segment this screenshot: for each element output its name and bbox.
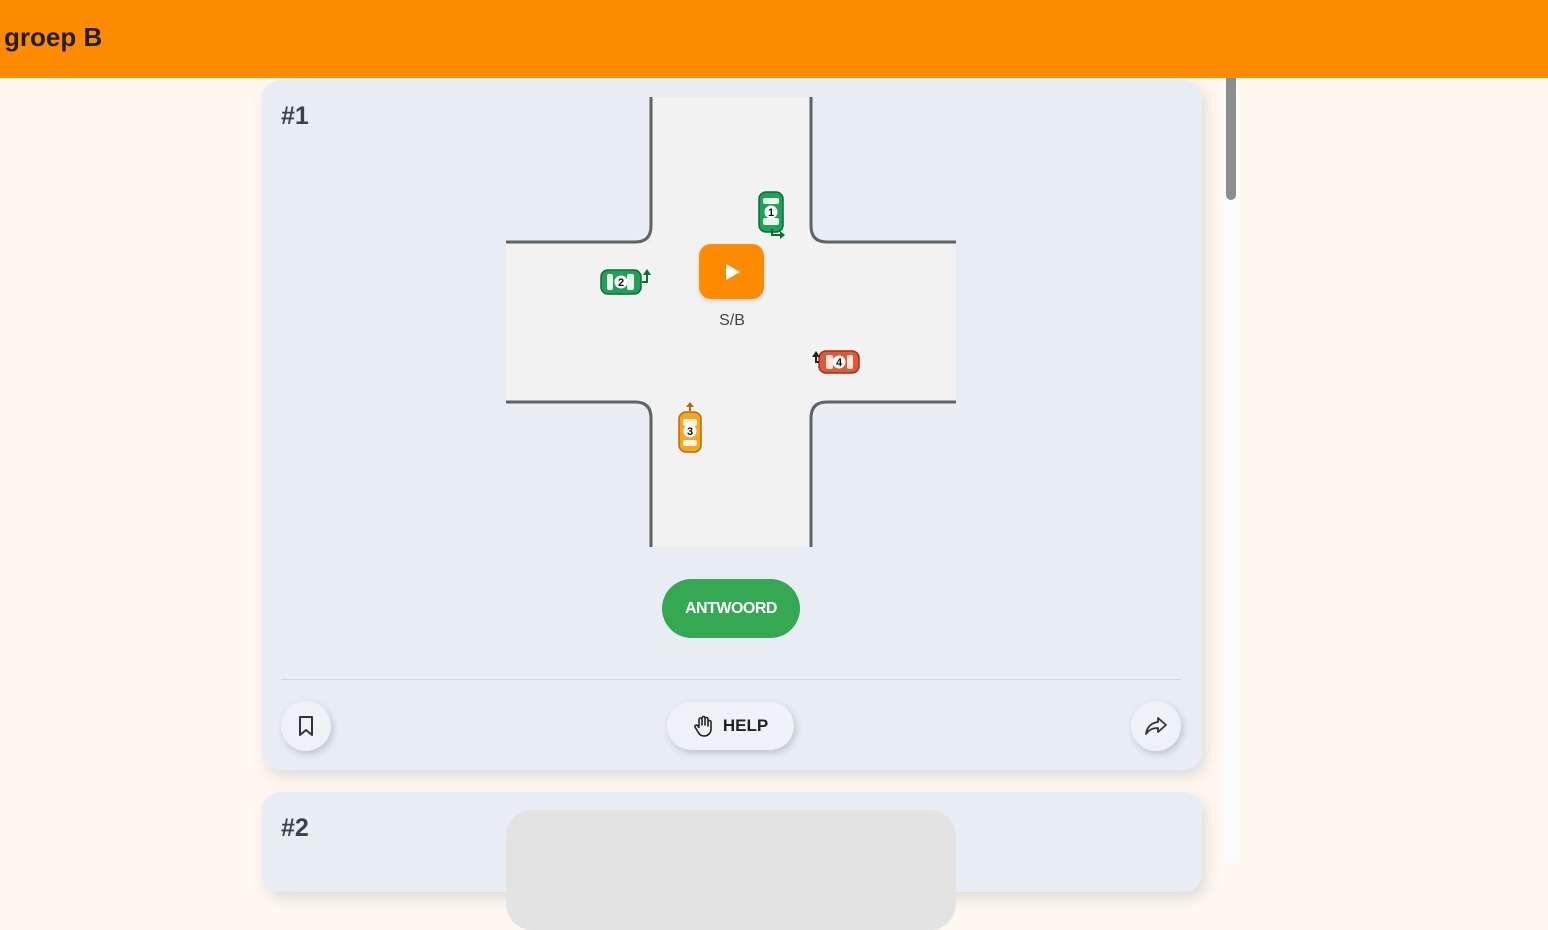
car-4: 4 [818, 350, 860, 374]
car-1: 1 [758, 191, 784, 233]
car-number: 3 [687, 426, 693, 438]
page-title: groep B [4, 22, 103, 52]
car-3: 3 [678, 411, 702, 453]
question-number: #1 [281, 102, 309, 130]
scrollbar-thumb[interactable] [1226, 78, 1236, 200]
car-number: 4 [836, 357, 843, 369]
scene-loading-placeholder [506, 810, 956, 930]
answer-button[interactable]: ANTWOORD [662, 579, 800, 638]
help-button[interactable]: HELP [667, 702, 794, 750]
share-icon [1145, 717, 1167, 735]
car-number: 2 [618, 277, 624, 289]
share-button[interactable] [1131, 701, 1181, 751]
question-card-1: #1 1 2 3 4 S/B ANTWOORD HELP [262, 80, 1202, 770]
question-number: #2 [281, 814, 309, 842]
play-icon [725, 263, 740, 280]
hand-icon [694, 715, 712, 737]
help-label: HELP [722, 716, 769, 735]
bookmark-button[interactable] [281, 701, 331, 751]
bookmark-icon [299, 716, 313, 736]
top-bar: groep B [0, 0, 1548, 78]
car-2: 2 [600, 269, 642, 295]
question-card-2: #2 [262, 792, 1202, 930]
car-number: 1 [768, 207, 774, 219]
card-divider [281, 679, 1181, 680]
priority-label: S/B [719, 312, 745, 329]
play-button[interactable] [699, 244, 764, 299]
